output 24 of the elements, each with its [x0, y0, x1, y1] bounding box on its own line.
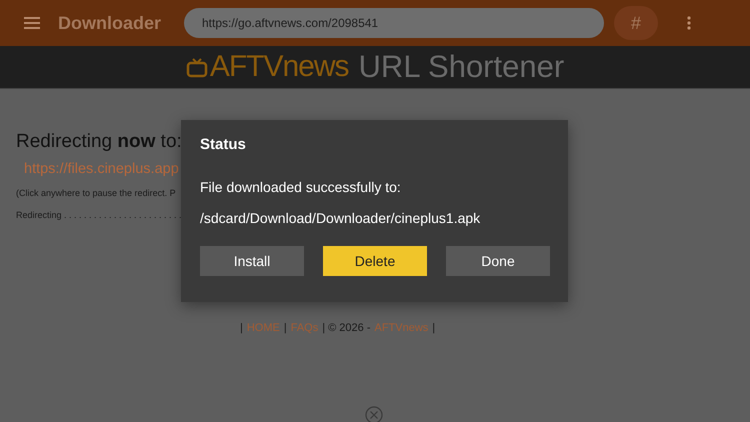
dialog-title: Status — [200, 136, 246, 153]
footer-link[interactable]: AFTVnews — [374, 322, 428, 334]
dialog-button[interactable]: Done — [446, 246, 550, 276]
app-title: Downloader — [58, 12, 162, 34]
footer-text: | — [284, 322, 287, 334]
tv-icon — [186, 56, 208, 78]
banner-title: URL Shortener — [358, 49, 564, 85]
footer-text: | — [240, 322, 243, 334]
redirect-link[interactable]: https://files.cineplus.app — [24, 161, 179, 177]
dialog-button[interactable]: Delete — [323, 246, 427, 276]
hash-button[interactable]: # — [614, 6, 658, 40]
file-path: /sdcard/Download/Downloader/cineplus1.apk — [200, 210, 480, 226]
redirect-heading: Redirecting now to: — [16, 131, 182, 153]
menu-icon[interactable] — [24, 17, 40, 29]
redirect-note: (Click anywhere to pause the redirect. P — [16, 188, 176, 198]
url-field[interactable]: https://go.aftvnews.com/2098541 — [184, 8, 604, 38]
footer-text: | — [432, 322, 436, 334]
dialog-message: File downloaded successfully to: — [200, 179, 401, 195]
dialog-button[interactable]: Install — [200, 246, 304, 276]
more-icon[interactable] — [687, 16, 691, 30]
footer-link[interactable]: FAQs — [290, 322, 318, 334]
footer-text: | © 2026 - — [322, 322, 370, 334]
brand-name: AFTVnews — [210, 50, 349, 84]
footer-link[interactable]: HOME — [246, 322, 280, 334]
